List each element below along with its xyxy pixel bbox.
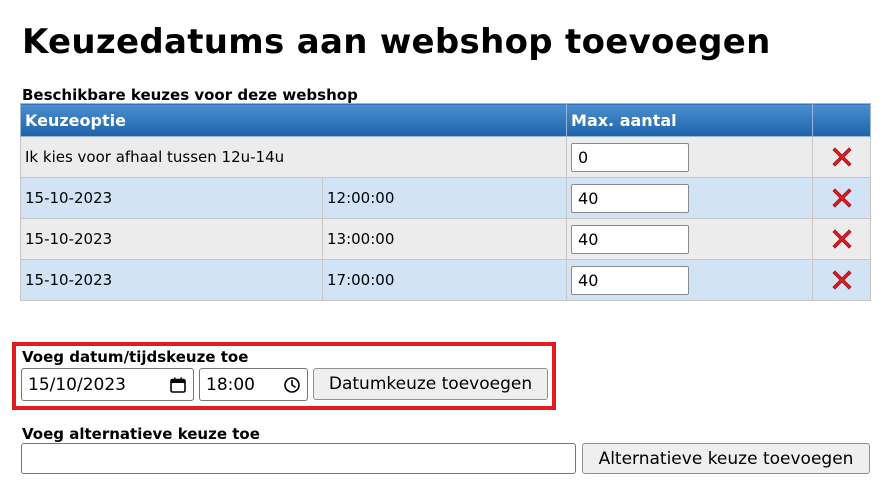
row-time: 17:00:00 (321, 259, 568, 301)
row-time: 12:00:00 (321, 177, 568, 219)
delete-x-icon[interactable] (829, 185, 855, 211)
row-max-cell: 40 (566, 218, 814, 260)
column-header-actions (812, 103, 872, 137)
delete-x-icon[interactable] (829, 226, 855, 252)
row-date: 15-10-2023 (20, 259, 323, 301)
row-option: Ik kies voor afhaal tussen 12u-14u (19, 136, 568, 178)
row-delete-cell (812, 177, 872, 219)
max-quantity-input[interactable]: 0 (571, 142, 690, 172)
column-header-max: Max. aantal (566, 103, 814, 137)
row-delete-cell (812, 259, 872, 301)
table-row: 15-10-2023 13:00:00 40 (20, 218, 872, 260)
page-title: Keuzedatums aan webshop toevoegen (22, 22, 771, 62)
row-max-cell: 40 (566, 259, 814, 301)
row-delete-cell (812, 136, 872, 178)
max-quantity-input[interactable]: 40 (571, 183, 690, 213)
add-date-label: Voeg datum/tijdskeuze toe (22, 348, 249, 366)
row-date: 15-10-2023 (20, 177, 323, 219)
row-date: 15-10-2023 (20, 218, 323, 260)
table-header-row: Keuzeoptie Max. aantal (19, 103, 872, 137)
add-alt-label: Voeg alternatieve keuze toe (22, 425, 260, 443)
column-header-option: Keuzeoptie (19, 103, 568, 137)
choices-caption: Beschikbare keuzes voor deze webshop (22, 86, 358, 104)
row-max-cell: 40 (566, 177, 814, 219)
clock-icon[interactable] (283, 376, 301, 394)
time-input[interactable]: 18:00 (199, 368, 308, 401)
max-quantity-input[interactable]: 40 (571, 265, 690, 295)
max-quantity-input[interactable]: 40 (571, 224, 690, 254)
alternative-choice-input[interactable] (21, 443, 576, 474)
table-row: 15-10-2023 17:00:00 40 (20, 259, 872, 301)
table-row: Ik kies voor afhaal tussen 12u-14u 0 (19, 136, 872, 178)
delete-x-icon[interactable] (829, 144, 855, 170)
row-time: 13:00:00 (321, 218, 568, 260)
row-delete-cell (812, 218, 872, 260)
add-date-button[interactable]: Datumkeuze toevoegen (313, 368, 548, 400)
calendar-icon[interactable] (169, 376, 187, 394)
row-max-cell: 0 (566, 136, 814, 178)
add-alternative-button[interactable]: Alternatieve keuze toevoegen (582, 443, 870, 474)
date-input[interactable]: 15/10/2023 (21, 368, 194, 401)
delete-x-icon[interactable] (829, 267, 855, 293)
table-row: 15-10-2023 12:00:00 40 (20, 177, 872, 219)
date-value: 15/10/2023 (28, 374, 126, 395)
time-value: 18:00 (206, 374, 255, 395)
choices-table: Keuzeoptie Max. aantal Ik kies voor afha… (19, 103, 872, 301)
